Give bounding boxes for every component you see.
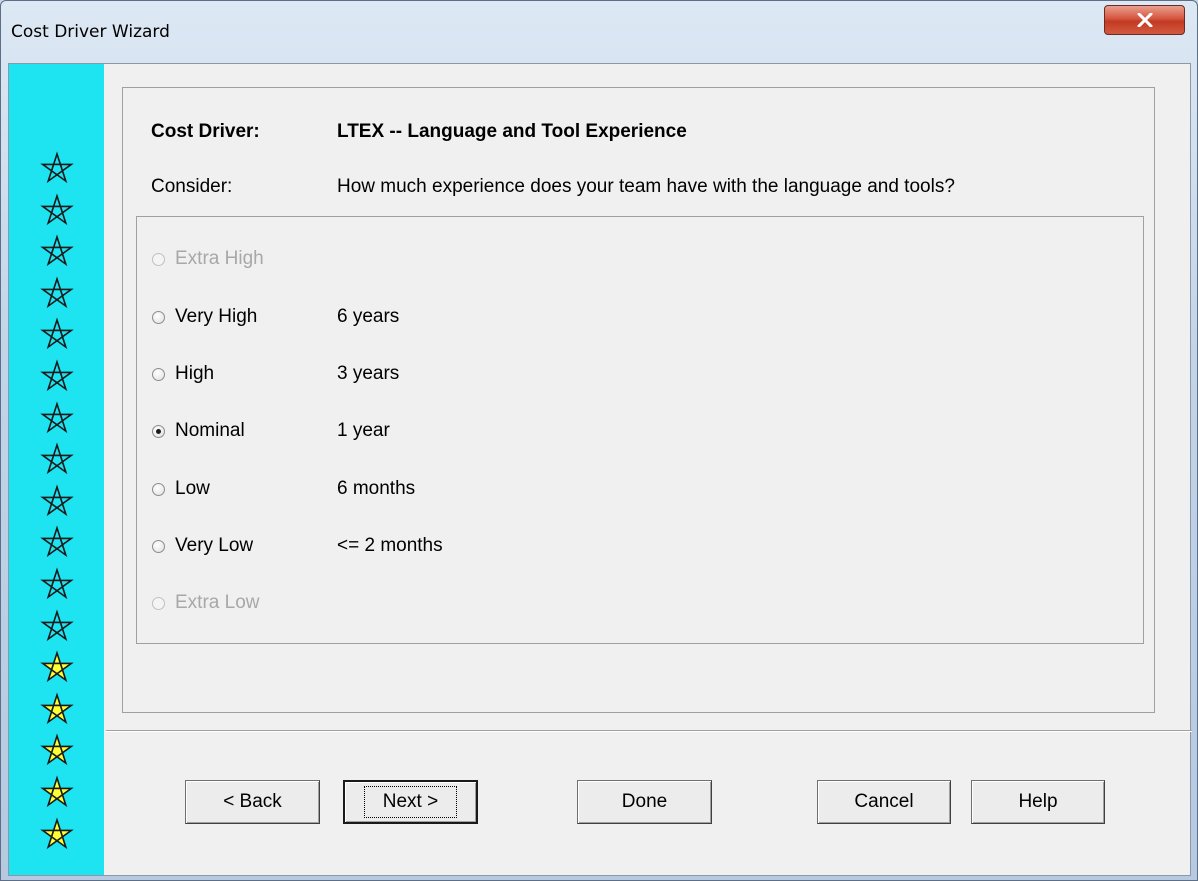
radio-button[interactable] (152, 367, 165, 381)
star-filled-icon (40, 692, 74, 724)
rating-option-description: 1 year (337, 420, 390, 441)
star-outline-icon (40, 401, 74, 433)
rating-option: Extra Low (152, 589, 259, 617)
dialog-client-area: Cost Driver: LTEX -- Language and Tool E… (8, 63, 1192, 876)
rating-option-description: 6 years (337, 306, 400, 327)
help-button[interactable]: Help (971, 780, 1105, 824)
star-outline-icon (40, 317, 74, 350)
radio-button (152, 596, 165, 610)
rating-option-label: Very Low (175, 535, 254, 556)
help-button-label: Help (1018, 791, 1058, 812)
rating-option-label: Extra Low (175, 592, 260, 613)
consider-text: How much experience does your team have … (337, 176, 955, 197)
star-progress-strip (9, 64, 104, 875)
star-outline-icon (40, 442, 74, 475)
next-button[interactable]: Next > (343, 780, 478, 824)
rating-option-description: <= 2 months (337, 535, 443, 556)
star-filled-icon (40, 817, 74, 849)
star-outline-icon (40, 484, 74, 516)
done-button[interactable]: Done (577, 780, 712, 824)
radio-button[interactable] (152, 539, 165, 553)
rating-options-group (136, 216, 1144, 644)
rating-option: Extra High (152, 245, 264, 273)
window-title: Cost Driver Wizard (11, 22, 170, 42)
title-bar: Cost Driver Wizard (1, 1, 1197, 63)
star-outline-icon (40, 151, 74, 184)
star-filled-icon (40, 650, 74, 683)
rating-option-description: 6 months (337, 478, 416, 499)
star-filled-icon (40, 733, 74, 766)
star-outline-icon (40, 525, 74, 558)
rating-option[interactable]: Nominal (152, 417, 245, 445)
rating-option-label: Low (175, 478, 210, 499)
consider-label: Consider: (151, 176, 233, 197)
rating-option[interactable]: High (152, 360, 214, 388)
cost-driver-label: Cost Driver: (151, 121, 260, 142)
star-outline-icon (40, 567, 74, 600)
button-separator (106, 730, 1192, 732)
rating-option-label: Nominal (175, 420, 245, 441)
star-filled-icon (40, 775, 74, 808)
rating-option-description: 3 years (337, 363, 400, 384)
done-button-label: Done (621, 791, 668, 812)
cancel-button[interactable]: Cancel (817, 780, 951, 824)
star-outline-icon (40, 276, 74, 308)
cost-driver-wizard-window: Cost Driver Wizard Cost Driver: LTEX -- … (0, 0, 1198, 881)
cancel-button-label: Cancel (854, 791, 914, 812)
rating-option-label: Extra High (175, 248, 264, 269)
radio-button[interactable] (152, 482, 165, 496)
rating-option-label: High (175, 363, 215, 384)
next-button-label: Next > (363, 786, 458, 818)
star-outline-icon (40, 193, 74, 225)
rating-option[interactable]: Very High (152, 303, 257, 331)
back-button[interactable]: < Back (185, 780, 320, 824)
close-button[interactable] (1104, 5, 1185, 35)
rating-option[interactable]: Low (152, 475, 210, 503)
radio-button (152, 252, 165, 266)
close-icon (1137, 13, 1152, 27)
back-button-label: < Back (223, 791, 282, 812)
radio-button[interactable] (152, 424, 165, 438)
rating-option[interactable]: Very Low (152, 532, 253, 560)
radio-button[interactable] (152, 310, 165, 324)
star-outline-icon (40, 234, 74, 267)
star-outline-icon (40, 609, 74, 641)
rating-option-label: Very High (175, 306, 258, 327)
cost-driver-value: LTEX -- Language and Tool Experience (337, 121, 687, 142)
star-outline-icon (40, 359, 74, 392)
